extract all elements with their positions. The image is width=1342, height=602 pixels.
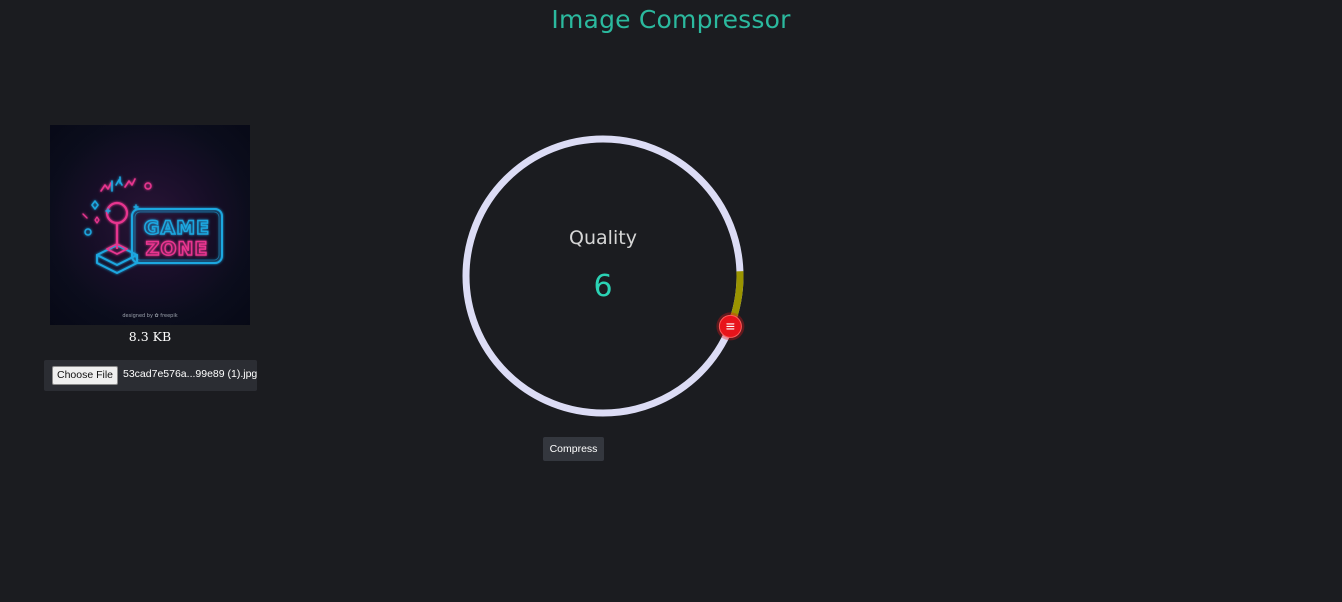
file-input[interactable]: Choose File 53cad7e576a...99e89 (1).jpg [44, 360, 257, 391]
game-zone-neon-image: GAME ZONE designed by ✿ freepik [82, 176, 223, 319]
image-preview: GAME ZONE designed by ✿ freepik [50, 125, 250, 325]
quality-dial[interactable]: Quality 6 [460, 133, 746, 419]
quality-value: 6 [593, 269, 613, 304]
image-credit: designed by ✿ freepik [122, 313, 177, 319]
image-text-game: GAME [144, 217, 210, 239]
selected-file-name: 53cad7e576a...99e89 (1).jpg [123, 368, 258, 380]
quality-slider-handle[interactable] [716, 312, 745, 341]
choose-file-button[interactable]: Choose File [52, 366, 118, 385]
page-title: Image Compressor [551, 5, 791, 34]
file-size-label: 8.3 KB [128, 329, 172, 344]
compress-button[interactable]: Compress [543, 437, 604, 461]
quality-label: Quality [569, 227, 637, 249]
image-text-zone: ZONE [146, 238, 209, 260]
